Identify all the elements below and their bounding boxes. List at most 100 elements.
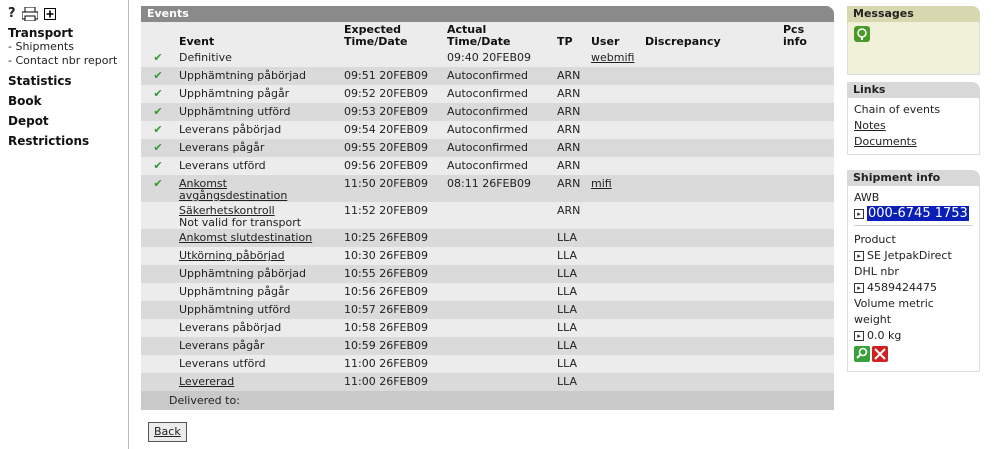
expected-cell: 10:57 26FEB09 xyxy=(340,301,443,319)
expected-cell: 10:25 26FEB09 xyxy=(340,229,443,247)
status-check-icon xyxy=(141,319,175,337)
discrepancy-cell xyxy=(641,301,779,319)
discrepancy-cell xyxy=(641,202,779,229)
status-check-icon: ✔ xyxy=(141,103,175,121)
event-name: Leverans utförd xyxy=(179,159,266,172)
table-row: ✔ Leverans pågår 09:55 20FEB09 Autoconfirme… xyxy=(141,139,834,157)
expected-cell: 11:00 26FEB09 xyxy=(340,373,443,391)
actual-cell: 08:11 26FEB09 xyxy=(443,175,553,202)
pcs-info-cell xyxy=(779,67,834,85)
event-cell: Upphämtning pågår xyxy=(175,283,340,301)
event-link[interactable]: Ankomst slutdestination xyxy=(179,231,312,244)
tp-cell: ARN xyxy=(553,202,587,229)
print-icon[interactable] xyxy=(21,6,38,21)
expected-cell: 09:52 20FEB09 xyxy=(340,85,443,103)
expected-cell: 11:52 20FEB09 xyxy=(340,202,443,229)
nav-transport[interactable]: Transport xyxy=(8,26,117,40)
col-pcs-info: Pcs info xyxy=(779,22,834,49)
event-cell: Utkörning påbörjad xyxy=(175,247,340,265)
arrow-right-icon[interactable]: ▸ xyxy=(854,283,864,293)
nav-statistics[interactable]: Statistics xyxy=(8,74,117,88)
discrepancy-cell xyxy=(641,355,779,373)
message-icon[interactable] xyxy=(854,26,870,42)
nav-depot[interactable]: Depot xyxy=(8,114,117,128)
tp-cell: LLA xyxy=(553,247,587,265)
nav-contact-nbr-report[interactable]: - Contact nbr report xyxy=(8,54,117,68)
nav-shipments[interactable]: - Shipments xyxy=(8,40,117,54)
documents-link[interactable]: Documents xyxy=(854,134,973,150)
actual-cell: Autoconfirmed xyxy=(443,121,553,139)
event-cell: Leverans utförd xyxy=(175,157,340,175)
event-link[interactable]: Utkörning påbörjad xyxy=(179,249,285,262)
discrepancy-cell xyxy=(641,67,779,85)
status-check-icon xyxy=(141,202,175,229)
arrow-right-icon[interactable]: ▸ xyxy=(854,251,864,261)
actual-cell xyxy=(443,229,553,247)
table-row: Levererad 11:00 26FEB09 LLA xyxy=(141,373,834,391)
back-button[interactable]: Back xyxy=(148,422,187,442)
event-link[interactable]: Ankomst avgångsdestination xyxy=(179,177,287,202)
event-name: Leverans påbörjad xyxy=(179,321,282,334)
user-cell xyxy=(587,121,641,139)
user-link[interactable]: mifi xyxy=(591,177,612,190)
event-name: Upphämtning påbörjad xyxy=(179,267,306,280)
pcs-info-cell xyxy=(779,265,834,283)
expected-cell: 10:55 26FEB09 xyxy=(340,265,443,283)
user-link[interactable]: webmifi xyxy=(591,51,634,64)
event-cell: Definitive xyxy=(175,49,340,67)
user-cell xyxy=(587,85,641,103)
discrepancy-cell xyxy=(641,373,779,391)
tp-cell: ARN xyxy=(553,139,587,157)
pcs-info-cell xyxy=(779,157,834,175)
table-row: Upphämtning påbörjad 10:55 26FEB09 LLA xyxy=(141,265,834,283)
event-link[interactable]: Levererad xyxy=(179,375,234,388)
event-cell: Säkerhetskontroll Not valid for transport xyxy=(175,202,340,229)
actual-cell xyxy=(443,202,553,229)
actual-cell xyxy=(443,319,553,337)
table-row: Upphämtning utförd 10:57 26FEB09 LLA xyxy=(141,301,834,319)
table-row: Ankomst slutdestination 10:25 26FEB09 LLA xyxy=(141,229,834,247)
user-cell xyxy=(587,202,641,229)
status-check-icon: ✔ xyxy=(141,67,175,85)
events-table: Event Expected Time/Date Actual Time/Dat… xyxy=(141,22,834,391)
arrow-right-icon[interactable]: ▸ xyxy=(854,209,864,219)
table-row: ✔ Definitive 09:40 20FEB09 webmifi xyxy=(141,49,834,67)
pcs-info-cell xyxy=(779,49,834,67)
expected-cell: 10:58 26FEB09 xyxy=(340,319,443,337)
event-cell: Leverans pågår xyxy=(175,139,340,157)
nav-book[interactable]: Book xyxy=(8,94,117,108)
event-name: Upphämtning pågår xyxy=(179,285,290,298)
event-cell: Leverans utförd xyxy=(175,355,340,373)
event-name: Leverans utförd xyxy=(179,357,266,370)
table-header-row: Event Expected Time/Date Actual Time/Dat… xyxy=(141,22,834,49)
discrepancy-cell xyxy=(641,247,779,265)
event-cell: Upphämtning utförd xyxy=(175,301,340,319)
product-value: SE JetpakDirect xyxy=(867,249,952,262)
expand-icon[interactable] xyxy=(872,346,888,362)
search-icon[interactable] xyxy=(854,346,870,362)
actual-cell: Autoconfirmed xyxy=(443,103,553,121)
actual-cell xyxy=(443,301,553,319)
discrepancy-cell xyxy=(641,85,779,103)
volume-label: Volume metric weight xyxy=(854,297,934,326)
status-check-icon xyxy=(141,265,175,283)
help-icon[interactable]: ? xyxy=(8,6,16,21)
pcs-info-cell xyxy=(779,247,834,265)
new-window-icon[interactable] xyxy=(43,7,56,20)
status-check-icon xyxy=(141,373,175,391)
table-row: ✔ Leverans påbörjad 09:54 20FEB09 Autoconfi… xyxy=(141,121,834,139)
table-row: Leverans utförd 11:00 26FEB09 LLA xyxy=(141,355,834,373)
tp-cell: ARN xyxy=(553,121,587,139)
expected-cell: 09:55 20FEB09 xyxy=(340,139,443,157)
tp-cell: ARN xyxy=(553,103,587,121)
chain-of-events-link[interactable]: Chain of events xyxy=(854,102,973,118)
tp-cell: LLA xyxy=(553,301,587,319)
shipment-info-title: Shipment info xyxy=(847,170,980,186)
table-row: ✔ Upphämtning påbörjad 09:51 20FEB09 Autoco… xyxy=(141,67,834,85)
nav-restrictions[interactable]: Restrictions xyxy=(8,134,117,148)
notes-link[interactable]: Notes xyxy=(854,118,973,134)
actual-cell xyxy=(443,265,553,283)
actual-cell xyxy=(443,355,553,373)
discrepancy-cell xyxy=(641,337,779,355)
arrow-right-icon[interactable]: ▸ xyxy=(854,331,864,341)
